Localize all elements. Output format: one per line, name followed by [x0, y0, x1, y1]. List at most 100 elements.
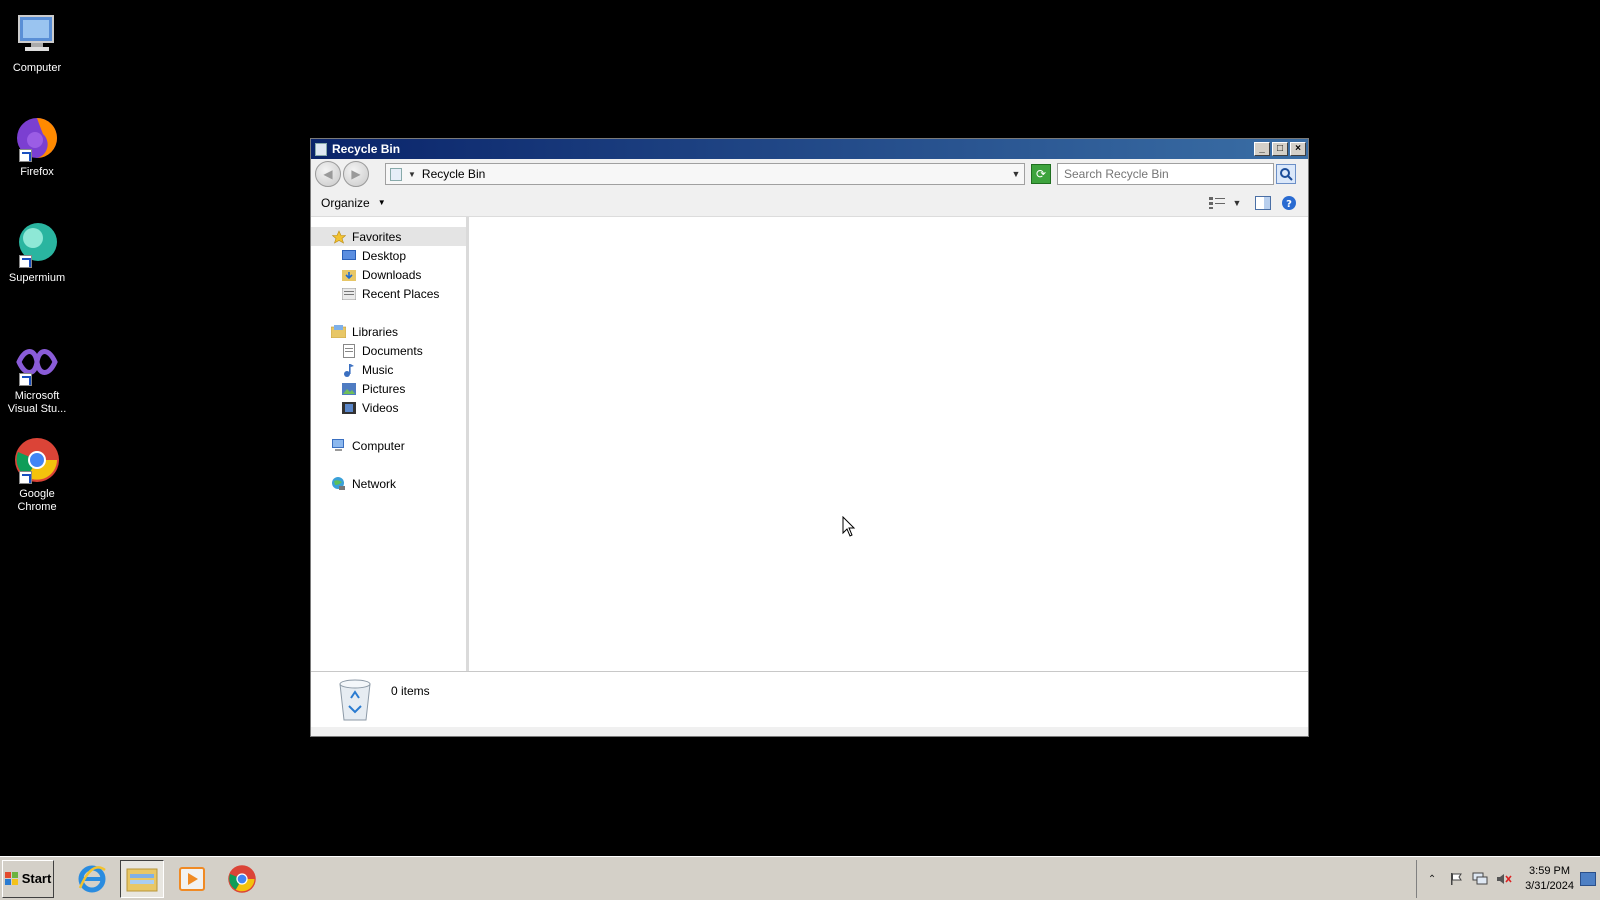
file-explorer-icon [126, 868, 158, 891]
close-button[interactable]: × [1290, 142, 1306, 156]
clock-date: 3/31/2024 [1525, 880, 1574, 892]
shortcut-arrow-icon [19, 149, 32, 162]
volume-muted-icon[interactable] [1495, 871, 1513, 887]
nav-pictures[interactable]: Pictures [311, 379, 466, 398]
libraries-icon [331, 325, 346, 339]
nav-downloads[interactable]: Downloads [311, 265, 466, 284]
nav-documents[interactable]: Documents [311, 341, 466, 360]
change-view-button[interactable] [1208, 195, 1226, 211]
address-bar[interactable]: ▼ Recycle Bin ▼ [385, 163, 1025, 185]
desktop-icon-label: Supermium [8, 272, 66, 284]
address-history-dropdown[interactable]: ▼ [1008, 169, 1024, 179]
media-player-icon [179, 866, 205, 891]
desktop-icon-visual-studio[interactable]: Microsoft Visual Stu... [4, 338, 70, 416]
nav-pictures-label: Pictures [362, 381, 406, 396]
taskbar-file-explorer[interactable] [120, 859, 164, 898]
star-icon [331, 229, 346, 244]
desktop-icon-label-line1: Google [19, 488, 55, 500]
visual-studio-icon [13, 338, 61, 386]
address-toolbar: ◀ ▶ ▼ Recycle Bin ▼ ⟳ [311, 159, 1308, 189]
search-input[interactable] [1064, 167, 1273, 181]
windows-logo-icon [4, 871, 18, 885]
show-hidden-icons-button[interactable]: ⌃ [1423, 871, 1441, 887]
nav-desktop[interactable]: Desktop [311, 246, 466, 265]
nav-recent-places[interactable]: Recent Places [311, 284, 466, 303]
organize-label: Organize [321, 195, 370, 210]
search-button[interactable] [1276, 164, 1296, 184]
recycle-bin-icon [315, 142, 327, 156]
view-list-icon [1209, 196, 1225, 209]
supermium-icon [13, 220, 61, 268]
forward-button[interactable]: ▶ [343, 161, 369, 187]
nav-computer-label: Computer [352, 438, 405, 453]
title-bar[interactable]: Recycle Bin _ □ × [311, 139, 1308, 159]
minimize-button[interactable]: _ [1254, 142, 1270, 156]
navigation-pane: Favorites Desktop Downloads Recent Place… [311, 217, 469, 671]
nav-downloads-label: Downloads [362, 267, 422, 282]
nav-libraries[interactable]: Libraries [311, 322, 466, 341]
nav-network[interactable]: Network [311, 474, 466, 493]
documents-icon [341, 343, 356, 358]
nav-videos-label: Videos [362, 400, 399, 415]
maximize-button[interactable]: □ [1272, 142, 1288, 156]
taskbar-media-player[interactable] [170, 860, 214, 898]
start-label: Start [21, 871, 52, 886]
nav-music-label: Music [362, 362, 394, 377]
desktop-icon-firefox[interactable]: Firefox [4, 114, 70, 179]
desktop-icon-chrome[interactable]: Google Chrome [4, 436, 70, 514]
network-icon [331, 476, 346, 491]
nav-favorites-label: Favorites [352, 229, 402, 244]
desktop-icon-label-line1: Microsoft [14, 390, 60, 402]
nav-network-label: Network [352, 476, 397, 491]
taskbar-internet-explorer[interactable] [70, 860, 114, 898]
firefox-icon [13, 114, 61, 162]
breadcrumb[interactable]: Recycle Bin [422, 167, 1008, 181]
preview-pane-icon [1255, 195, 1271, 210]
desktop-icon-label-line2: Chrome [17, 501, 57, 513]
nav-desktop-label: Desktop [362, 248, 407, 263]
taskbar-chrome[interactable] [220, 860, 264, 898]
music-note-icon [341, 363, 356, 377]
recycle-bin-icon [390, 167, 402, 181]
nav-favorites[interactable]: Favorites [311, 227, 466, 246]
nav-music[interactable]: Music [311, 360, 466, 379]
preview-pane-button[interactable] [1254, 195, 1272, 211]
clock[interactable]: 3:59 PM 3/31/2024 [1525, 864, 1574, 894]
network-status-icon[interactable] [1471, 871, 1489, 887]
nav-videos[interactable]: Videos [311, 398, 466, 417]
view-options-dropdown[interactable]: ▼ [1228, 195, 1246, 211]
desktop-icon-label-line2: Visual Stu... [7, 403, 67, 415]
taskbar: Start ⌃ 3:59 PM 3/31/2024 [0, 856, 1600, 900]
computer-icon [331, 439, 346, 453]
window-title: Recycle Bin [332, 142, 401, 156]
desktop-icon-supermium[interactable]: Supermium [4, 220, 70, 285]
search-box[interactable] [1057, 163, 1274, 185]
file-list-area[interactable] [469, 217, 1308, 671]
shortcut-arrow-icon [19, 373, 32, 386]
mouse-cursor-icon [842, 516, 856, 537]
shortcut-arrow-icon [19, 255, 32, 268]
show-desktop-button[interactable] [1580, 872, 1596, 886]
chrome-icon [228, 864, 256, 893]
help-icon: ? [1282, 195, 1296, 210]
nav-computer[interactable]: Computer [311, 436, 466, 455]
desktop-icon-computer[interactable]: Computer [4, 10, 70, 75]
internet-explorer-icon [78, 865, 106, 892]
chevron-down-icon: ▼ [377, 198, 386, 207]
recent-places-icon [341, 287, 356, 301]
explorer-body: Favorites Desktop Downloads Recent Place… [311, 217, 1308, 672]
desktop-icon [341, 249, 356, 263]
back-button[interactable]: ◀ [315, 161, 341, 187]
details-pane: 0 items [311, 672, 1308, 727]
refresh-button[interactable]: ⟳ [1031, 164, 1051, 184]
action-center-flag-icon[interactable] [1447, 871, 1465, 887]
system-tray: ⌃ 3:59 PM 3/31/2024 [1416, 860, 1600, 898]
videos-icon [341, 401, 356, 415]
breadcrumb-chevron-icon[interactable]: ▼ [408, 170, 416, 179]
desktop-icon-label: Firefox [20, 166, 54, 178]
organize-button[interactable]: Organize ▼ [321, 196, 386, 210]
downloads-folder-icon [341, 268, 356, 282]
help-button[interactable]: ? [1280, 195, 1298, 211]
start-button[interactable]: Start [2, 859, 54, 898]
recycle-bin-window: Recycle Bin _ □ × ◀ ▶ ▼ Recycle Bin ▼ ⟳ … [310, 138, 1309, 737]
